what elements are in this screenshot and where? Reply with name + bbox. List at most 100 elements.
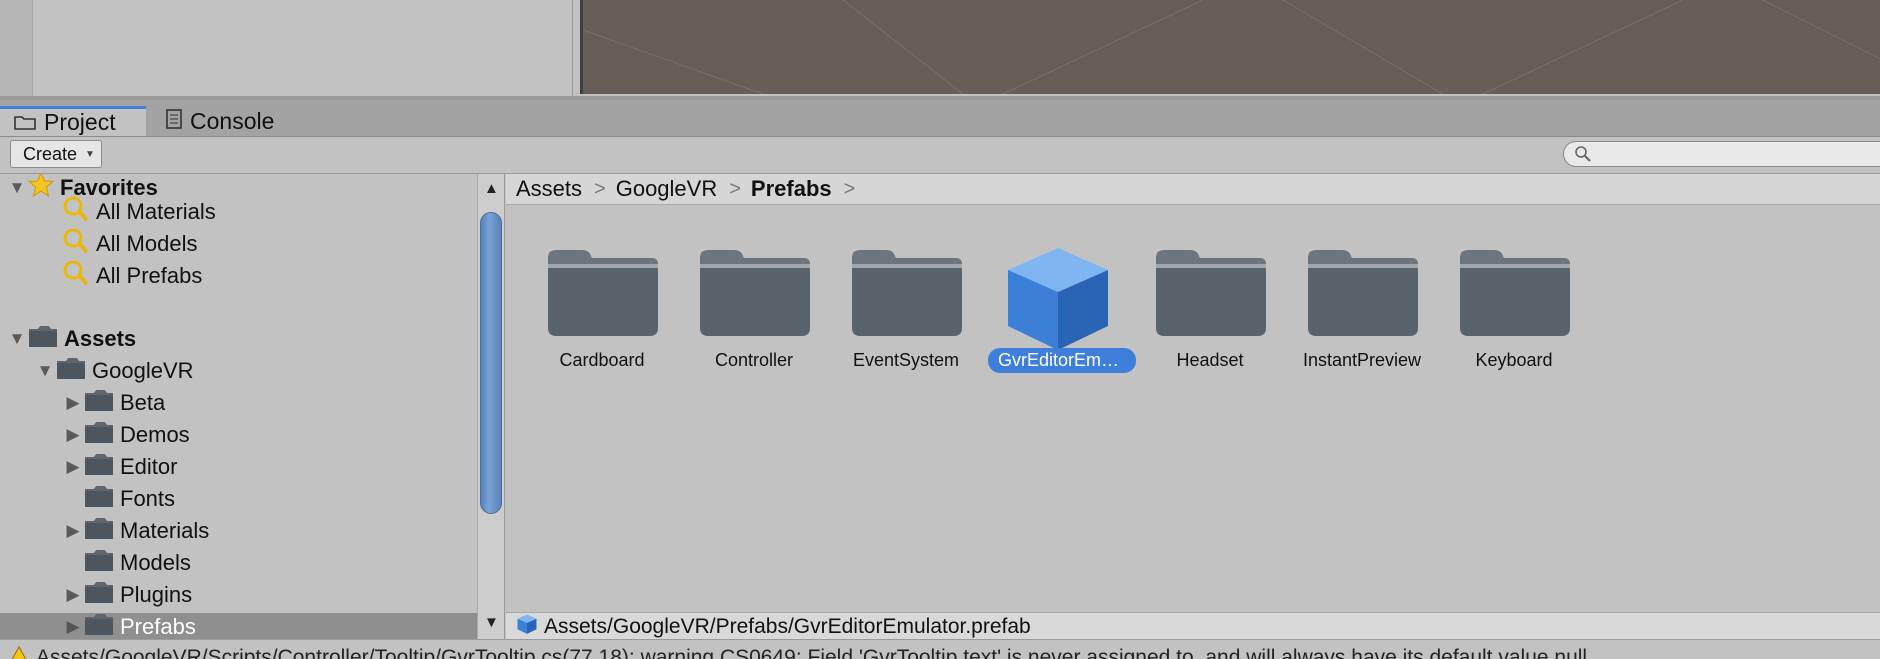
expand-arrow-icon[interactable]: ▶	[62, 585, 84, 605]
scroll-down-arrow-icon[interactable]: ▼	[484, 614, 499, 631]
search-filter-icon	[62, 259, 90, 293]
search-filter-icon	[62, 227, 90, 261]
tree-label: Materials	[120, 518, 210, 543]
breadcrumb-separator-icon: >	[729, 177, 741, 200]
folder-icon	[84, 452, 114, 482]
grid-item-instantpreview[interactable]: InstantPreview	[1292, 244, 1432, 378]
expand-arrow-icon[interactable]: ▶	[62, 425, 84, 445]
search-filter-icon	[62, 195, 90, 229]
grid-item-eventsystem[interactable]: EventSystem	[836, 244, 976, 378]
scroll-thumb[interactable]	[480, 212, 502, 514]
tree-label: GoogleVR	[92, 358, 194, 383]
folder-icon	[84, 388, 114, 418]
selected-asset-path-bar: Assets/GoogleVR/Prefabs/GvrEditorEmulato…	[506, 612, 1880, 640]
folder-icon	[28, 324, 58, 354]
scene-view[interactable]	[580, 0, 1880, 94]
grid-item-label: EventSystem	[852, 350, 960, 370]
tree-row-all-models[interactable]: All Models	[62, 228, 197, 260]
tree-row-googlevr[interactable]: ▼ GoogleVR	[34, 355, 194, 387]
folder-icon	[84, 580, 114, 610]
warning-icon	[8, 645, 30, 659]
tree-row-beta[interactable]: ▶ Beta	[62, 387, 165, 419]
grid-item-cardboard[interactable]: Cardboard	[532, 244, 672, 378]
project-tree: ▼ Favorites All Materials All Models All…	[0, 174, 477, 639]
star-icon	[27, 174, 55, 204]
breadcrumb-item-googlevr[interactable]: GoogleVR	[616, 176, 718, 202]
prefab-cube-icon	[516, 613, 538, 641]
grid-item-label: Controller	[714, 350, 794, 370]
tree-row-materials[interactable]: ▶ Materials	[62, 515, 209, 547]
breadcrumb-item-assets[interactable]: Assets	[516, 176, 582, 202]
grid-item-label: Headset	[1176, 350, 1244, 370]
folder-icon	[84, 548, 114, 578]
tree-label: Fonts	[120, 486, 176, 511]
tree-row-assets[interactable]: ▼ Assets	[6, 323, 136, 355]
panel-edge-strip	[0, 0, 33, 96]
breadcrumb-item-prefabs[interactable]: Prefabs	[751, 176, 832, 202]
create-button-label: Create	[23, 143, 78, 164]
folder-icon	[1140, 244, 1280, 340]
create-button[interactable]: Create ▼	[10, 140, 102, 168]
breadcrumb-separator-icon: >	[843, 177, 856, 200]
asset-browser: Assets > GoogleVR > Prefabs > Cardboard …	[506, 174, 1880, 612]
grid-item-headset[interactable]: Headset	[1140, 244, 1280, 378]
tree-label: Editor	[120, 454, 178, 479]
console-status-bar[interactable]: Assets/GoogleVR/Scripts/Controller/Toolt…	[0, 639, 1880, 659]
tree-label: All Materials	[96, 199, 216, 224]
tree-row-plugins[interactable]: ▶ Plugins	[62, 579, 192, 611]
grid-item-controller[interactable]: Controller	[684, 244, 824, 378]
folder-icon	[1444, 244, 1584, 340]
expand-arrow-icon[interactable]: ▶	[62, 521, 84, 541]
tree-row-models[interactable]: Models	[62, 547, 191, 579]
grid-item-label: Cardboard	[559, 350, 645, 370]
tree-row-prefabs[interactable]: ▶ Prefabs	[62, 611, 196, 639]
tree-row-fonts[interactable]: Fonts	[62, 483, 175, 515]
folder-icon	[14, 109, 36, 136]
folder-icon	[836, 244, 976, 340]
hierarchy-panel	[0, 0, 573, 96]
grid-item-keyboard[interactable]: Keyboard	[1444, 244, 1584, 378]
scroll-up-arrow-icon[interactable]: ▲	[484, 180, 499, 197]
tree-scrollbar[interactable]: ▲ ▼	[477, 174, 505, 639]
search-input[interactable]	[1563, 141, 1880, 167]
folder-icon	[56, 356, 86, 386]
prefab-cube-icon	[988, 244, 1128, 352]
tab-bar: Project Console	[0, 100, 1880, 137]
dropdown-caret-icon: ▼	[85, 148, 95, 160]
expand-arrow-icon[interactable]: ▶	[62, 457, 84, 477]
tree-label: Plugins	[120, 582, 193, 607]
assets-label: Assets	[64, 326, 137, 351]
scene-grid-lines	[583, 0, 1880, 94]
tree-label: All Prefabs	[96, 263, 203, 288]
tab-project[interactable]: Project	[0, 106, 146, 136]
folder-icon	[84, 612, 114, 639]
folder-icon	[84, 516, 114, 546]
grid-item-label: GvrEditorEmu…	[988, 348, 1136, 373]
console-icon	[166, 108, 182, 135]
expand-arrow-icon[interactable]: ▼	[6, 178, 28, 198]
folder-icon	[684, 244, 824, 340]
tab-console[interactable]: Console	[164, 106, 306, 136]
expand-arrow-icon[interactable]: ▼	[34, 361, 56, 381]
expand-arrow-icon[interactable]: ▼	[6, 329, 28, 349]
warning-message: Assets/GoogleVR/Scripts/Controller/Toolt…	[36, 646, 1588, 659]
tree-row-all-materials[interactable]: All Materials	[62, 196, 216, 228]
tree-label: Demos	[120, 422, 190, 447]
tree-label: All Models	[96, 231, 198, 256]
project-toolbar: Create ▼	[0, 137, 1880, 174]
folder-icon	[84, 420, 114, 450]
search-icon	[1574, 145, 1594, 168]
tab-console-label: Console	[190, 107, 275, 134]
tree-row-editor[interactable]: ▶ Editor	[62, 451, 177, 483]
breadcrumb-separator-icon: >	[594, 177, 606, 200]
folder-icon	[532, 244, 672, 340]
tree-row-all-prefabs[interactable]: All Prefabs	[62, 260, 202, 292]
breadcrumb: Assets > GoogleVR > Prefabs >	[506, 174, 1880, 205]
grid-item-label: Keyboard	[1475, 350, 1553, 370]
tree-label: Beta	[120, 390, 166, 415]
grid-item-gvreditoremulator[interactable]: GvrEditorEmu…	[988, 244, 1136, 378]
tree-label: Prefabs	[120, 614, 196, 639]
tree-row-demos[interactable]: ▶ Demos	[62, 419, 190, 451]
expand-arrow-icon[interactable]: ▶	[62, 617, 84, 637]
expand-arrow-icon[interactable]: ▶	[62, 393, 84, 413]
